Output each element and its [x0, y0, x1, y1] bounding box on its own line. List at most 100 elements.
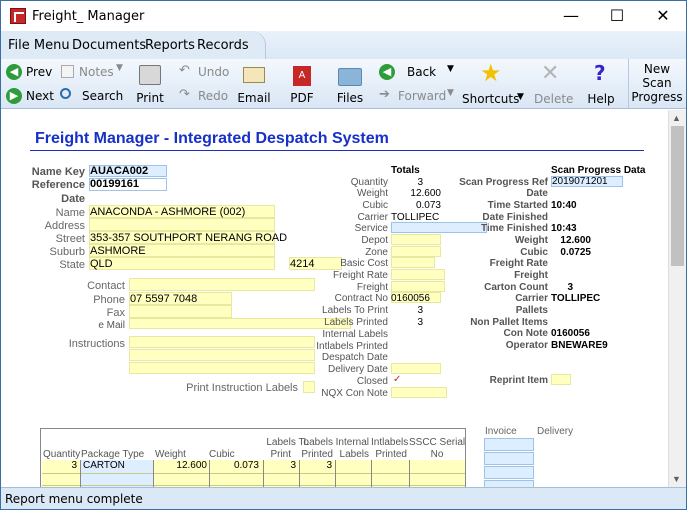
back-arrow-icon: ◀ — [379, 64, 395, 80]
totals-depot-field[interactable] — [391, 234, 441, 245]
grid-col-divider — [80, 460, 81, 487]
undo-icon: ↶ — [179, 63, 190, 78]
redo-button[interactable]: Redo — [198, 89, 228, 103]
next-arrow-icon[interactable]: ▶ — [6, 88, 22, 104]
state-field[interactable] — [89, 257, 275, 270]
report-title: Freight Manager - Integrated Despatch Sy… — [35, 130, 389, 147]
grid-col-divider — [263, 460, 264, 487]
scan-freight-label: Freight — [514, 270, 548, 281]
suburb-value: ASHMORE — [90, 245, 146, 257]
totals-nqx-con-note-label: NQX Con Note — [321, 388, 388, 399]
new-scan-progress-button[interactable]: New Scan Progress — [631, 62, 683, 104]
totals-nqx-con-note-field[interactable] — [391, 387, 447, 398]
fax-field[interactable] — [129, 305, 232, 318]
new-scan-label-2: Scan — [642, 76, 672, 90]
scroll-up-icon[interactable]: ▲ — [672, 113, 681, 123]
help-button[interactable]: Help — [585, 92, 617, 106]
totals-freight-rate-field[interactable] — [391, 269, 445, 280]
scan-con-note-label: Con Note — [503, 328, 548, 339]
scan-time-finished-value: 10:43 — [551, 223, 577, 234]
prev-arrow-icon[interactable]: ◀ — [6, 64, 22, 80]
pdf-icon: A — [293, 66, 311, 86]
menu-records[interactable]: Records — [197, 38, 249, 53]
menu-bar: File Menu Documents Reports Records — [1, 31, 686, 59]
back-button[interactable]: Back — [407, 65, 436, 79]
grid-cell-labels-to-print[interactable]: 3 — [265, 460, 296, 474]
name-key-value: AUACA002 — [90, 165, 149, 177]
forward-button[interactable]: Forward — [398, 89, 446, 103]
email-button[interactable]: Email — [237, 91, 271, 105]
scan-carrier-value: TOLLIPEC — [551, 293, 601, 304]
star-icon: ★ — [480, 59, 502, 87]
phone-value: 07 5597 7048 — [130, 293, 198, 305]
invoice-field-3[interactable] — [484, 466, 534, 479]
grid-cell-cubic[interactable]: 0.073 — [211, 460, 259, 474]
scrollbar-thumb[interactable] — [671, 126, 684, 266]
search-button[interactable]: Search — [82, 89, 123, 103]
grid-cell-package-type[interactable]: CARTON — [83, 460, 125, 474]
invoice-field-4[interactable] — [484, 480, 534, 487]
minimize-button[interactable]: — — [548, 1, 594, 31]
address-field[interactable] — [89, 218, 275, 231]
status-bar: Report menu complete — [1, 487, 686, 509]
scan-reprint-item-field[interactable] — [551, 374, 571, 385]
grid-header-internal-labels-1: Internal — [335, 437, 369, 448]
totals-labels-printed-value: 3 — [417, 317, 423, 328]
scan-freight-rate-label: Freight Rate — [489, 258, 548, 269]
totals-delivery-date-field[interactable] — [391, 363, 441, 374]
scan-pallets-label: Pallets — [515, 305, 548, 316]
menu-reports[interactable]: Reports — [145, 38, 195, 53]
scroll-down-icon[interactable]: ▼ — [672, 474, 681, 484]
undo-button[interactable]: Undo — [198, 65, 229, 79]
grid-cell-labels-printed[interactable]: 3 — [301, 460, 332, 474]
instructions-field-1[interactable] — [129, 336, 315, 348]
instructions-field-3[interactable] — [129, 362, 315, 374]
scan-con-note-value: 0160056 — [551, 328, 590, 339]
invoice-field-2[interactable] — [484, 452, 534, 465]
next-button[interactable]: Next — [26, 89, 54, 103]
print-button[interactable]: Print — [135, 91, 165, 105]
totals-depot-label: Depot — [361, 235, 388, 246]
print-instruction-labels-label: Print Instruction Labels — [186, 382, 298, 394]
totals-labels-to-print-value: 3 — [417, 305, 423, 316]
pdf-button[interactable]: PDF — [287, 91, 317, 105]
scan-carton-count-label: Carton Count — [484, 282, 548, 293]
totals-closed-check-icon[interactable]: ✓ — [393, 374, 401, 385]
grid-cell-weight[interactable]: 12.600 — [155, 460, 207, 474]
vertical-scrollbar[interactable]: ▲ ▼ — [668, 110, 686, 487]
instructions-field-2[interactable] — [129, 349, 315, 361]
notes-dropdown-icon[interactable]: ▼ — [116, 63, 123, 73]
totals-zone-field[interactable] — [391, 246, 441, 257]
menu-documents[interactable]: Documents — [72, 38, 146, 53]
maximize-button[interactable]: ☐ — [594, 1, 640, 31]
grid-cell-quantity[interactable]: 3 — [43, 460, 77, 474]
totals-freight-field[interactable] — [391, 281, 445, 292]
menu-file[interactable]: File Menu — [8, 38, 70, 53]
prev-button[interactable]: Prev — [26, 65, 52, 79]
delete-x-icon: ✕ — [541, 61, 560, 86]
totals-basic-cost-field[interactable] — [391, 257, 435, 268]
totals-delivery-date-label: Delivery Date — [327, 364, 388, 375]
shortcuts-dropdown-icon[interactable]: ▼ — [517, 92, 524, 102]
scan-carton-count-value: 3 — [567, 282, 573, 293]
totals-quantity-value: 3 — [417, 177, 423, 188]
scan-date-label: Date — [526, 188, 548, 199]
grid-col-divider — [409, 460, 410, 487]
contact-field[interactable] — [129, 278, 315, 291]
contact-label: Contact — [87, 280, 125, 292]
help-question-icon: ? — [594, 61, 606, 85]
invoice-field-1[interactable] — [484, 438, 534, 451]
close-button[interactable]: ✕ — [640, 1, 686, 31]
grid-col-divider — [371, 460, 372, 487]
delete-button[interactable]: Delete — [534, 92, 573, 106]
grid-header-intlabels-printed-1: Intlabels — [371, 437, 409, 448]
scan-non-pallet-items-label: Non Pallet Items — [470, 317, 548, 328]
scan-time-started-label: Time Started — [487, 200, 548, 211]
back-dropdown-icon[interactable]: ▼ — [447, 64, 454, 74]
notes-button[interactable]: Notes — [79, 65, 114, 79]
forward-dropdown-icon[interactable]: ▼ — [447, 88, 454, 98]
shortcuts-button[interactable]: Shortcuts — [462, 92, 519, 106]
street-value: 353-357 SOUTHPORT NERANG ROAD — [90, 232, 288, 244]
files-button[interactable]: Files — [334, 91, 366, 105]
scan-weight-label: Weight — [514, 235, 548, 246]
